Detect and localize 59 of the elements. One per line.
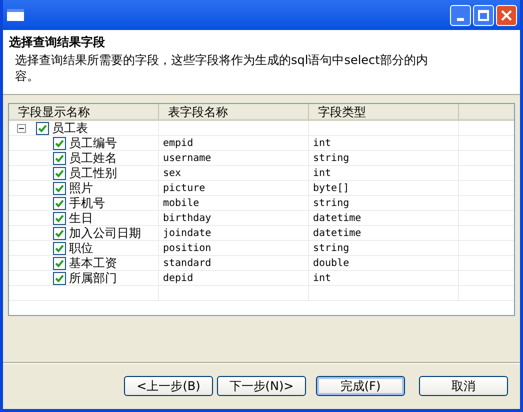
dialog-button[interactable]: <上一步(B) [124,376,213,396]
table-cell: int [309,271,459,285]
checkbox[interactable] [53,256,66,270]
table-cell: double [309,256,459,270]
close-button[interactable] [496,4,517,26]
table-cell: standard [159,256,309,270]
table-cell: string [309,196,459,210]
checkbox[interactable] [53,272,66,284]
checkbox[interactable] [53,226,66,240]
minimize-icon [457,18,464,20]
checkbox[interactable] [36,122,49,134]
checkbox[interactable] [53,152,66,164]
table-cell: picture [159,181,309,195]
tree-item-label: 员工表 [52,122,88,134]
tree-item-label: 员工姓名 [69,152,117,164]
window-icon [7,9,24,21]
table-cell: int [309,136,459,150]
tree-item-label: 职位 [69,242,93,254]
maximize-button[interactable] [473,4,494,26]
column-header[interactable]: 字段类型 [309,104,459,119]
table-cell: datetime [309,226,459,240]
dialog-button[interactable]: 取消 [419,376,508,396]
minimize-button[interactable] [450,4,471,26]
checkbox[interactable] [53,182,66,194]
tree-item-label: 手机号 [69,197,105,209]
collapse-icon[interactable] [17,124,26,132]
checkbox[interactable] [53,136,66,150]
tree-item-label: 员工性别 [69,167,117,179]
column-header[interactable]: 表字段名称 [159,104,309,119]
checkbox[interactable] [53,212,66,224]
tree-item-label: 加入公司日期 [69,227,141,239]
table-cell: byte[] [309,181,459,195]
table-cell: empid [159,136,309,150]
tree-item-label: 生日 [69,212,93,224]
checkbox[interactable] [53,166,66,180]
dialog-button[interactable]: 下一步(N)> [217,376,306,396]
tree-item-label: 所属部门 [69,272,117,284]
checkbox[interactable] [53,196,66,210]
close-icon [501,10,512,20]
column-header[interactable]: 字段显示名称 [9,104,159,119]
table-cell: mobile [159,196,309,210]
maximize-icon [478,10,489,20]
tree-item-label: 照片 [69,182,93,194]
dialog-button[interactable]: 完成(F) [316,376,405,396]
table-cell: position [159,241,309,255]
checkbox[interactable] [53,242,66,254]
page-description: 选择查询结果所需要的字段，这些字段将作为生成的sql语句中select部分的内容。 [15,52,429,84]
table-cell: sex [159,166,309,180]
table-cell: string [309,241,459,255]
table-cell: birthday [159,211,309,225]
tree-item-label: 员工编号 [69,137,117,149]
table-cell: depid [159,271,309,285]
tree-item-label: 基本工资 [69,257,117,269]
table-cell: datetime [309,211,459,225]
table-cell: string [309,151,459,165]
page-title: 选择查询结果字段 [9,34,106,50]
table-cell: username [159,151,309,165]
table-cell: joindate [159,226,309,240]
table-cell: int [309,166,459,180]
